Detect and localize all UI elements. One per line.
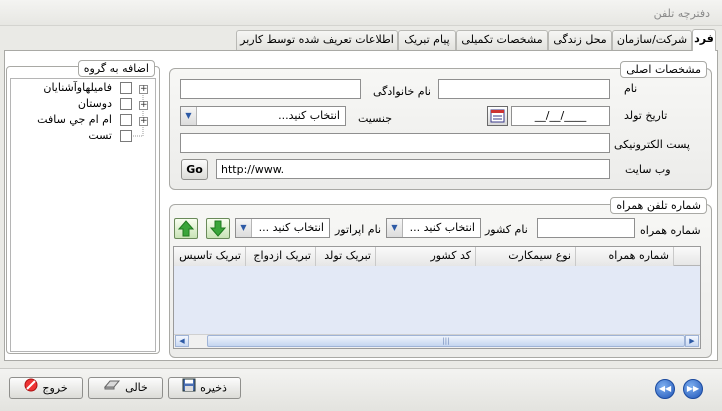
move-up-icon[interactable] bbox=[174, 218, 198, 239]
gender-label: جنسیت bbox=[358, 112, 393, 125]
tab-person[interactable]: فرد bbox=[692, 29, 716, 51]
country-label: نام کشور bbox=[485, 223, 528, 236]
exit-label: خروج bbox=[42, 381, 68, 395]
website-label: وب سایت bbox=[625, 163, 671, 176]
exit-button[interactable]: خروج bbox=[9, 377, 83, 399]
tab-residence[interactable]: محل زندگی bbox=[548, 30, 612, 50]
tree-item-mmsoft[interactable]: ام ام جي سافت bbox=[14, 113, 132, 129]
grid-col-birthday[interactable]: تبریک تولد bbox=[316, 247, 376, 266]
checkbox[interactable] bbox=[120, 114, 132, 126]
exit-icon bbox=[24, 378, 38, 399]
phone-group-title: شماره تلفن همراه bbox=[610, 197, 707, 214]
scroll-right-icon[interactable]: ▶ bbox=[685, 335, 699, 347]
tab-greeting[interactable]: پیام تبریک bbox=[398, 30, 456, 50]
name-label: نام bbox=[624, 82, 638, 95]
email-input[interactable] bbox=[180, 133, 610, 153]
save-label: ذخیره bbox=[200, 381, 227, 395]
clear-button[interactable]: خالی bbox=[88, 377, 163, 399]
grid-col-country-code[interactable]: کد کشور bbox=[376, 247, 476, 266]
tab-company[interactable]: شرکت/سازمان bbox=[612, 30, 692, 50]
next-icon[interactable]: ▶▶ bbox=[683, 379, 703, 399]
gender-value: انتخاب کنید... bbox=[278, 109, 340, 122]
country-select[interactable]: انتخاب کنید ... ▼ bbox=[386, 218, 481, 238]
title-bar: دفترچه تلفن bbox=[0, 0, 722, 26]
group-panel-title: اضافه به گروه bbox=[77, 60, 155, 77]
name-input[interactable] bbox=[438, 79, 610, 99]
grid-col-wedding[interactable]: تبریک ازدواج bbox=[246, 247, 316, 266]
tab-extra-info[interactable]: مشخصات تکمیلی bbox=[456, 30, 548, 50]
previous-icon[interactable]: ◀◀ bbox=[655, 379, 675, 399]
save-icon bbox=[182, 378, 196, 399]
tree-item-label: تست bbox=[88, 129, 112, 142]
window-title: دفترچه تلفن bbox=[653, 7, 710, 20]
grid-col-founding[interactable]: تبریک تاسیس bbox=[174, 247, 246, 266]
email-label: پست الکترونیکی bbox=[614, 138, 690, 151]
checkbox[interactable] bbox=[120, 82, 132, 94]
chevron-down-icon[interactable]: ▼ bbox=[387, 219, 403, 237]
family-input[interactable] bbox=[180, 79, 361, 99]
expand-icon[interactable]: + bbox=[139, 101, 148, 110]
calendar-icon[interactable] bbox=[487, 106, 508, 126]
operator-value: انتخاب کنید ... bbox=[258, 221, 324, 234]
main-info-title: مشخصات اصلی bbox=[620, 61, 707, 78]
mobile-label: شماره همراه bbox=[640, 224, 701, 237]
tree-item-family[interactable]: فامیلها‌وآشنایان bbox=[14, 81, 132, 97]
go-button[interactable]: Go bbox=[181, 159, 208, 180]
move-down-icon[interactable] bbox=[206, 218, 230, 239]
tree-item-label: ام ام جي سافت bbox=[37, 113, 112, 126]
tree-item-label: دوستان bbox=[77, 97, 112, 110]
operator-select[interactable]: انتخاب کنید ... ▼ bbox=[235, 218, 330, 238]
mobile-input[interactable] bbox=[537, 218, 635, 238]
birth-date-input[interactable]: __/__/____ bbox=[511, 106, 610, 126]
clear-label: خالی bbox=[125, 381, 148, 394]
scroll-thumb[interactable]: ||| bbox=[207, 335, 685, 347]
tab-user-defined[interactable]: اطلاعات تعریف شده توسط کاربر bbox=[236, 30, 398, 50]
tree-item-label: فامیلها‌وآشنایان bbox=[43, 81, 112, 94]
expand-icon[interactable]: + bbox=[139, 85, 148, 94]
operator-label: نام اپراتور bbox=[335, 223, 382, 236]
grid-col-sim-type[interactable]: نوع سیمکارت bbox=[476, 247, 576, 266]
checkbox[interactable] bbox=[120, 98, 132, 110]
expand-icon[interactable]: + bbox=[139, 117, 148, 126]
grid-col-mobile[interactable]: شماره همراه bbox=[576, 247, 674, 266]
save-button[interactable]: ذخیره bbox=[168, 377, 241, 399]
chevron-down-icon[interactable]: ▼ bbox=[181, 107, 197, 125]
gender-select[interactable]: انتخاب کنید... ▼ bbox=[180, 106, 346, 126]
birth-label: تاریخ تولد bbox=[624, 109, 668, 122]
website-input[interactable] bbox=[216, 159, 610, 179]
tree-item-friends[interactable]: دوستان bbox=[14, 97, 132, 113]
tree-item-test[interactable]: تست bbox=[14, 129, 132, 145]
country-value: انتخاب کنید ... bbox=[409, 221, 475, 234]
checkbox[interactable] bbox=[120, 130, 132, 142]
eraser-icon bbox=[103, 378, 121, 398]
chevron-down-icon[interactable]: ▼ bbox=[236, 219, 252, 237]
scroll-left-icon[interactable]: ◀ bbox=[175, 335, 189, 347]
family-label: نام خانوادگی bbox=[373, 85, 431, 98]
